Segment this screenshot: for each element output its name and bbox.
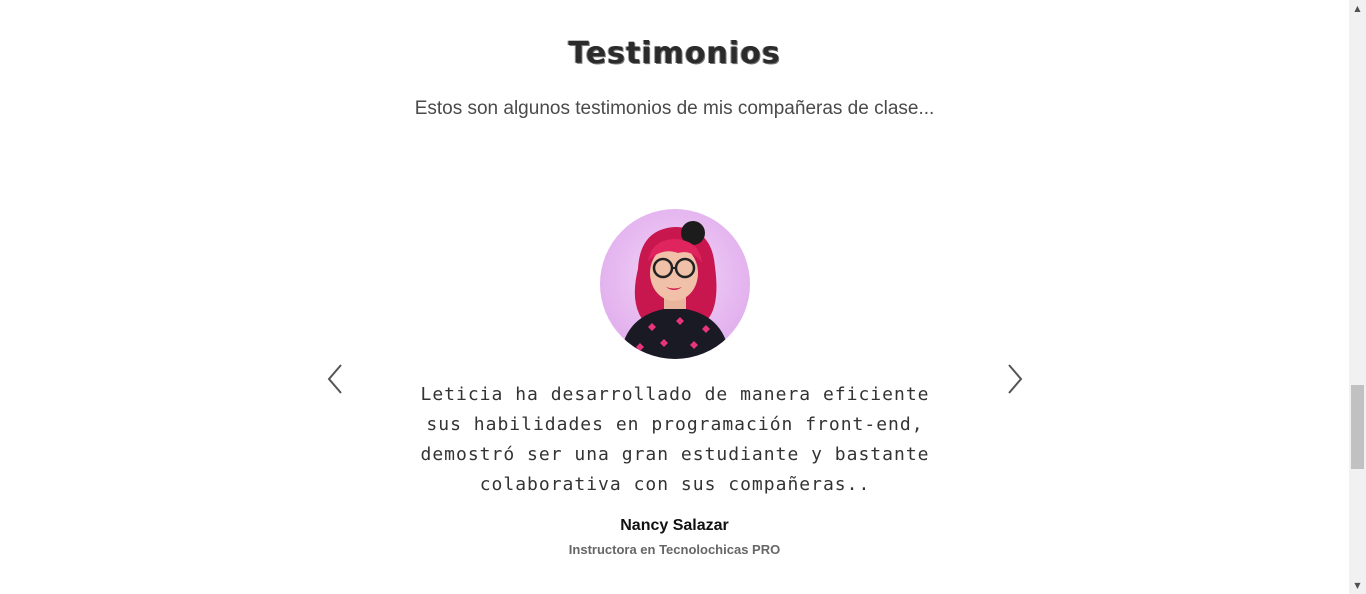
chevron-right-icon bbox=[1008, 364, 1023, 394]
section-title: Testimonios bbox=[568, 36, 781, 71]
person-photo-avatar bbox=[620, 221, 730, 359]
triangle-down-icon[interactable]: ▼ bbox=[1349, 577, 1366, 594]
testimonial-quote: Leticia ha desarrollado de manera eficie… bbox=[420, 384, 930, 495]
section-subtitle: Estos son algunos testimonios de mis com… bbox=[414, 98, 935, 119]
testimonial-author: Nancy Salazar bbox=[620, 517, 729, 534]
vertical-scrollbar[interactable]: ▲ ▼ bbox=[1349, 0, 1366, 594]
testimonial-role: Instructora en Tecnolochicas PRO bbox=[568, 542, 781, 557]
testimonial-avatar bbox=[600, 209, 750, 359]
scrollbar-thumb[interactable] bbox=[1351, 385, 1364, 469]
testimonials-section: Testimonios Estos son algunos testimonio… bbox=[0, 0, 1349, 594]
carousel-next-button[interactable] bbox=[1003, 362, 1027, 396]
carousel-prev-button[interactable] bbox=[323, 362, 347, 396]
triangle-up-icon[interactable]: ▲ bbox=[1349, 0, 1366, 17]
chevron-left-icon bbox=[327, 364, 342, 394]
